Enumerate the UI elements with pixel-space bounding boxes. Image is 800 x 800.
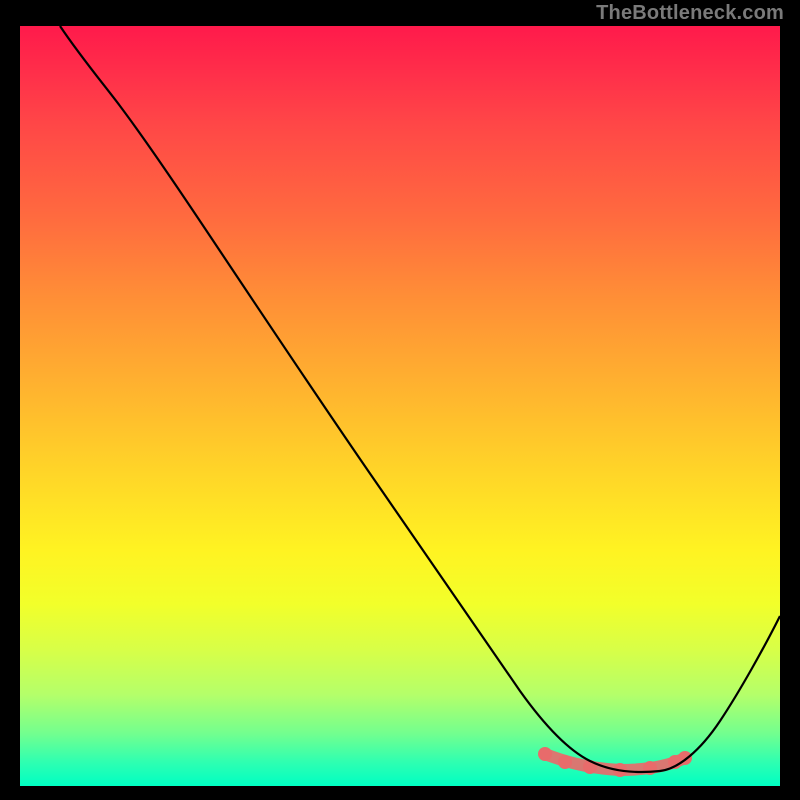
chart-frame [20, 26, 780, 786]
watermark-text: TheBottleneck.com [596, 2, 784, 25]
chart-svg [20, 26, 780, 786]
bottleneck-curve [60, 26, 780, 772]
valley-highlight-dots [538, 747, 692, 777]
